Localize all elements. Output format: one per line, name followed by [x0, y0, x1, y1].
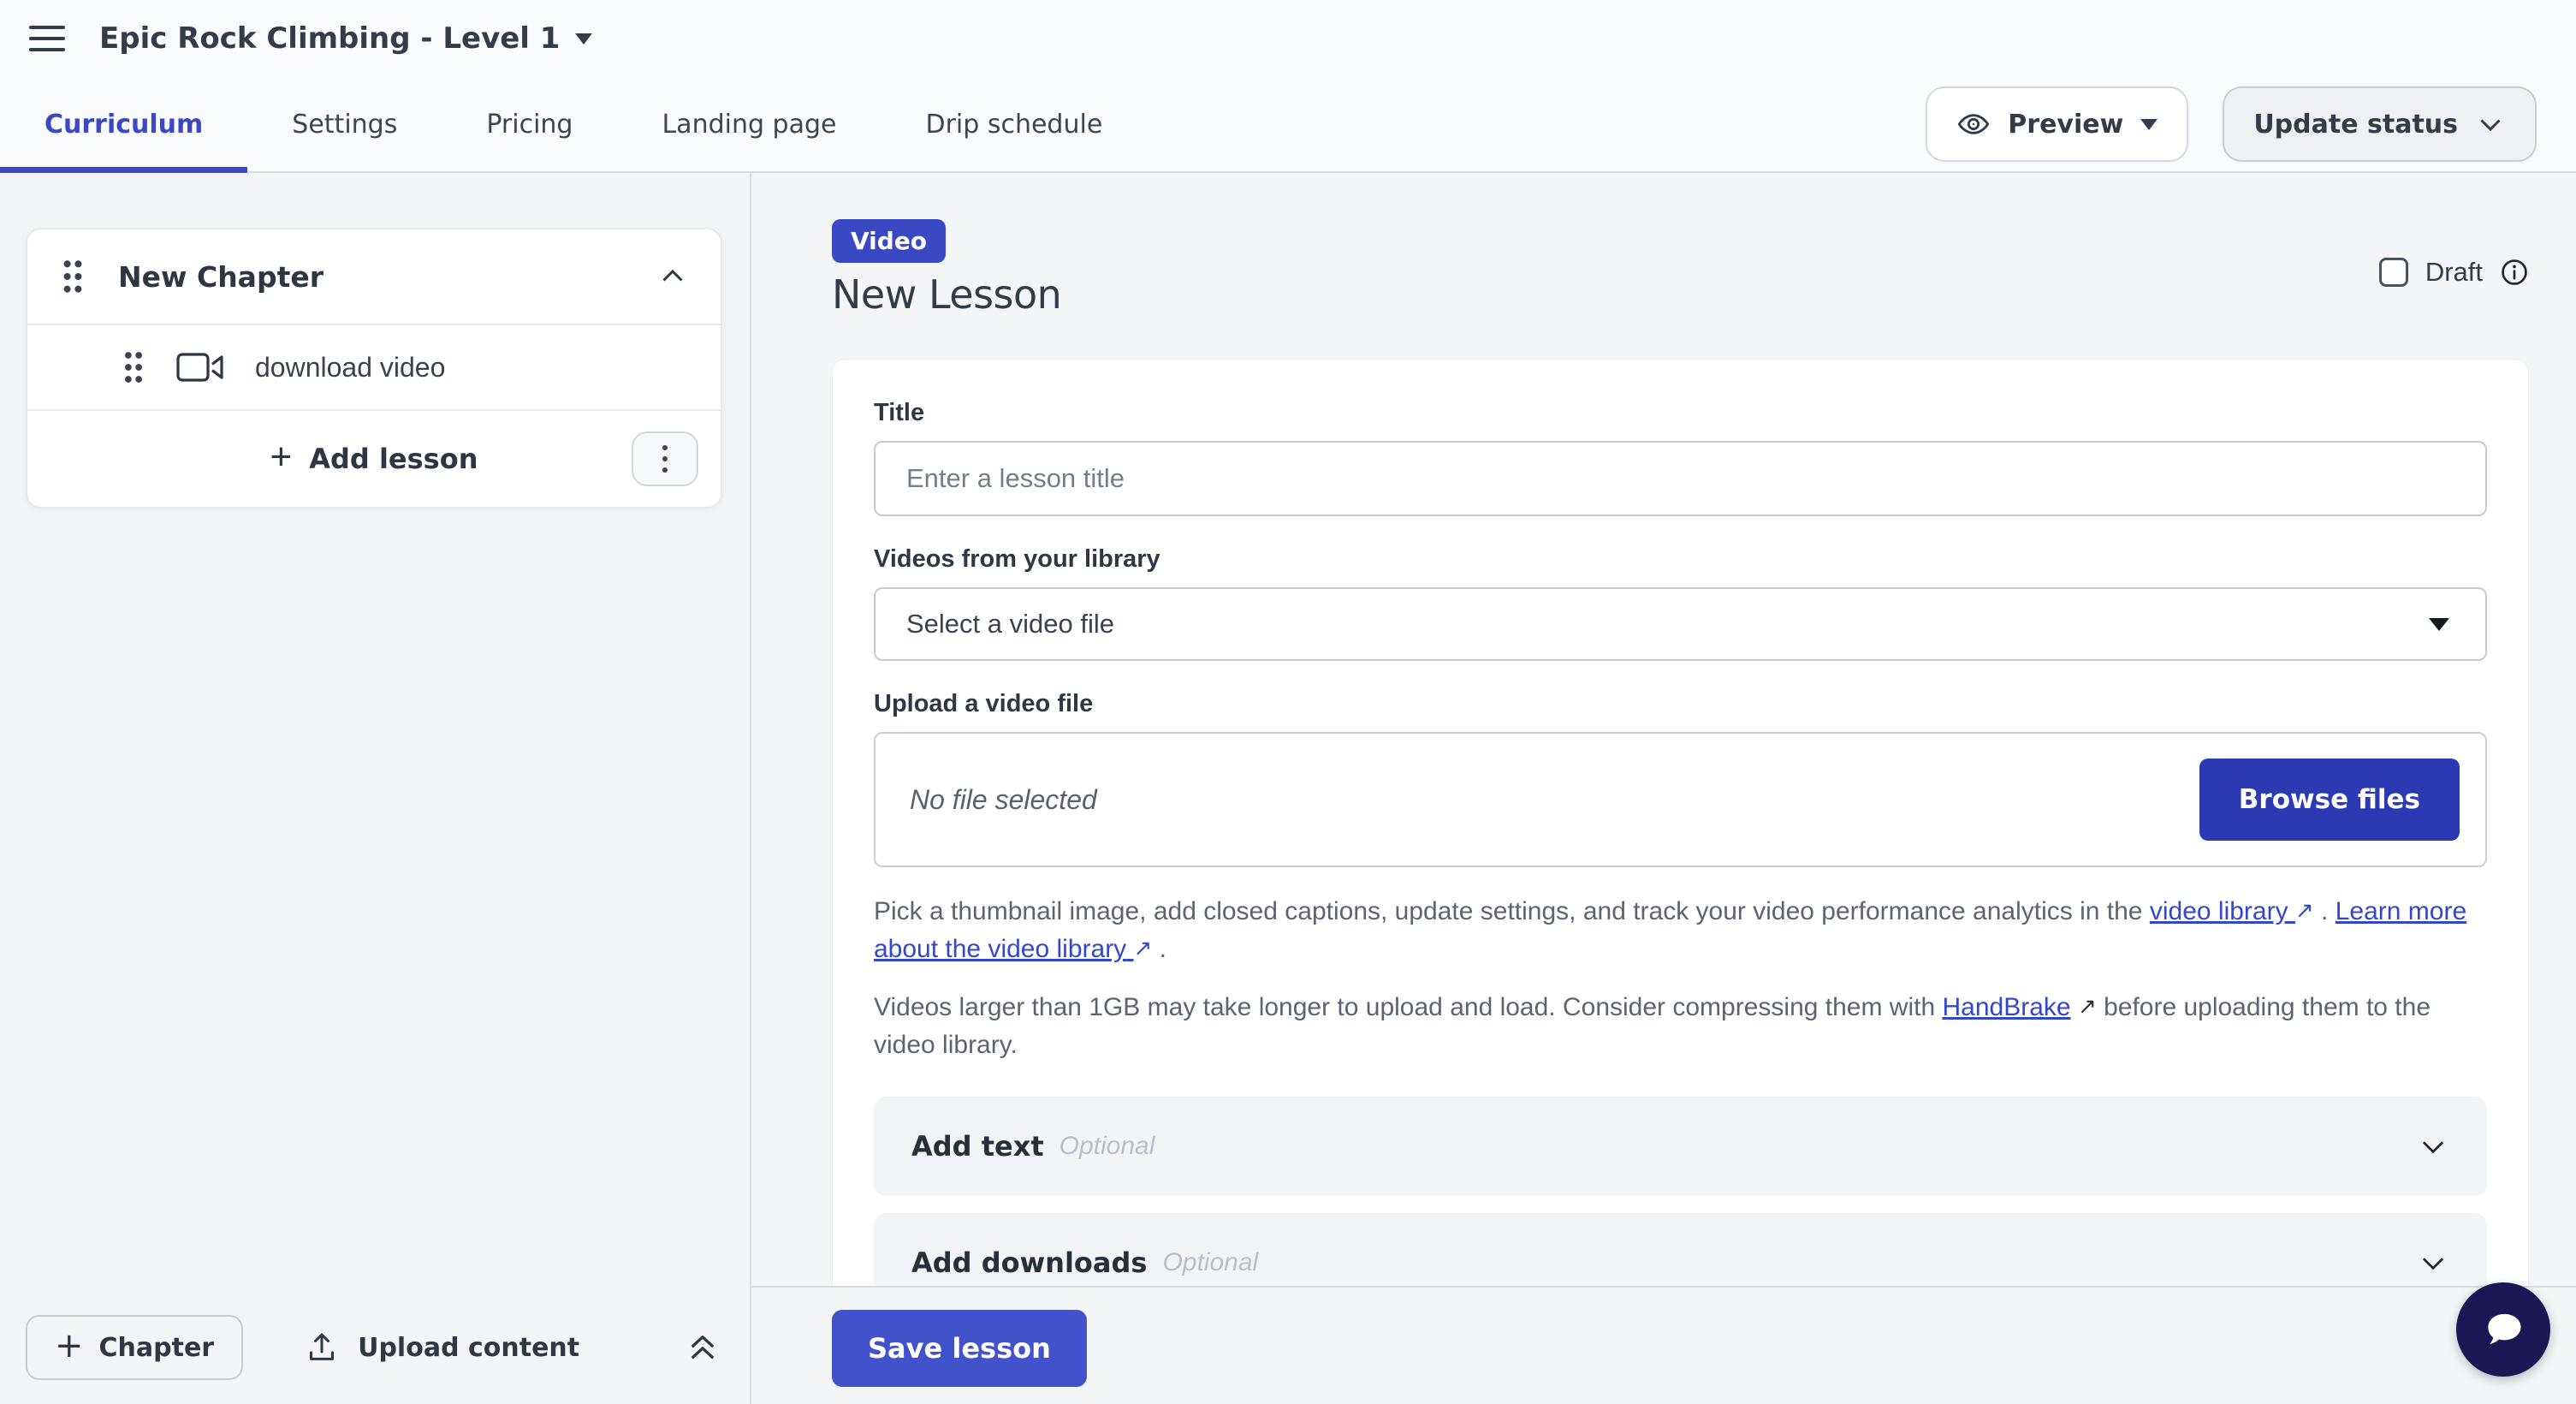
tab-curriculum[interactable]: Curriculum	[0, 77, 247, 171]
tab-drip-schedule[interactable]: Drip schedule	[881, 77, 1147, 171]
lesson-header: Video New Lesson Draft	[832, 219, 2529, 318]
chat-bubble-icon	[2478, 1305, 2528, 1354]
collapse-all-button[interactable]	[685, 1330, 721, 1365]
course-switcher[interactable]: Epic Rock Climbing - Level 1	[99, 21, 592, 56]
video-library-select[interactable]: Select a video file	[874, 587, 2487, 661]
drag-handle-icon[interactable]	[122, 349, 145, 385]
caret-down-icon	[2429, 618, 2449, 631]
chevron-down-icon	[2475, 109, 2506, 140]
add-downloads-panel[interactable]: Add downloads Optional	[874, 1213, 2487, 1286]
tab-landing-page[interactable]: Landing page	[617, 77, 881, 171]
tab-list: Curriculum Settings Pricing Landing page…	[0, 77, 1147, 171]
draft-checkbox[interactable]	[2379, 258, 2408, 287]
video-library-link[interactable]: video library ↗	[2150, 897, 2314, 925]
eye-icon	[1956, 107, 1991, 141]
draft-toggle: Draft	[2379, 257, 2529, 288]
library-field-label: Videos from your library	[874, 545, 2487, 574]
save-footer: Save lesson	[751, 1286, 2576, 1404]
chevron-down-icon	[2417, 1130, 2449, 1163]
hamburger-menu-icon[interactable]	[29, 26, 65, 51]
tab-pricing[interactable]: Pricing	[442, 77, 617, 171]
tabbar-actions: Preview Update status	[1926, 77, 2576, 171]
plus-icon: +	[55, 1329, 84, 1363]
tabbar: Curriculum Settings Pricing Landing page…	[0, 77, 2576, 173]
add-lesson-row: + Add lesson	[27, 411, 721, 507]
title-field-label: Title	[874, 399, 2487, 427]
drag-handle-icon[interactable]	[60, 258, 86, 295]
draft-label: Draft	[2425, 257, 2483, 288]
chevron-down-icon	[2417, 1246, 2449, 1279]
chapter-title: New Chapter	[118, 260, 323, 294]
select-value: Select a video file	[906, 609, 1114, 640]
preview-button[interactable]: Preview	[1926, 86, 2188, 162]
lesson-row[interactable]: download video	[27, 325, 721, 409]
caret-down-icon	[2140, 119, 2158, 130]
upload-field-label: Upload a video file	[874, 690, 2487, 718]
upload-content-button[interactable]: Upload content	[305, 1330, 579, 1365]
sidebar-footer: + Chapter Upload content	[26, 1315, 721, 1380]
kebab-icon	[662, 445, 668, 450]
course-title: Epic Rock Climbing - Level 1	[99, 21, 560, 56]
optional-label: Optional	[1059, 1132, 1155, 1161]
external-link-icon: ↗	[2295, 891, 2314, 929]
upload-icon	[305, 1330, 339, 1365]
add-lesson-button[interactable]: Add lesson	[309, 443, 478, 475]
lesson-editor-scroll: Video New Lesson Draft Title Videos fr	[751, 173, 2576, 1286]
info-icon[interactable]	[2500, 258, 2529, 287]
handbrake-help-text: Videos larger than 1GB may take longer t…	[874, 989, 2487, 1064]
lesson-title: download video	[255, 352, 445, 384]
tab-settings[interactable]: Settings	[247, 77, 442, 171]
external-link-icon: ↗	[1134, 929, 1153, 967]
optional-label: Optional	[1162, 1248, 1258, 1277]
course-builder-app: Epic Rock Climbing - Level 1 Curriculum …	[0, 0, 2576, 1404]
video-library-help-text: Pick a thumbnail image, add closed capti…	[874, 893, 2487, 968]
curriculum-sidebar: New Chapter download video + Add lesson	[0, 173, 751, 1404]
chat-launcher-button[interactable]	[2456, 1282, 2550, 1377]
file-upload-box: No file selected Browse files	[874, 732, 2487, 867]
video-camera-icon	[176, 352, 224, 383]
add-chapter-button[interactable]: + Chapter	[26, 1315, 243, 1380]
plus-icon: +	[270, 438, 293, 476]
chapter-card: New Chapter download video + Add lesson	[26, 228, 722, 509]
content-area: New Chapter download video + Add lesson	[0, 173, 2576, 1404]
chevron-up-icon[interactable]	[657, 261, 688, 292]
lesson-form-card: Title Videos from your library Select a …	[832, 359, 2529, 1286]
page-title: New Lesson	[832, 271, 1061, 318]
add-text-panel[interactable]: Add text Optional	[874, 1097, 2487, 1196]
update-status-button[interactable]: Update status	[2223, 86, 2537, 162]
lesson-editor: Video New Lesson Draft Title Videos fr	[751, 173, 2576, 1404]
topbar: Epic Rock Climbing - Level 1	[0, 0, 2576, 77]
save-lesson-button[interactable]: Save lesson	[832, 1310, 1087, 1387]
double-chevron-up-icon	[685, 1330, 721, 1365]
no-file-text: No file selected	[910, 784, 1097, 816]
lesson-title-input[interactable]	[874, 441, 2487, 516]
chapter-menu-button[interactable]	[632, 431, 698, 486]
caret-down-icon	[575, 33, 592, 45]
lesson-type-badge: Video	[832, 219, 946, 263]
handbrake-link[interactable]: HandBrake	[1943, 993, 2071, 1021]
browse-files-button[interactable]: Browse files	[2199, 759, 2460, 841]
external-link-icon: ↗	[2078, 987, 2097, 1025]
chapter-header-row[interactable]: New Chapter	[27, 229, 721, 324]
